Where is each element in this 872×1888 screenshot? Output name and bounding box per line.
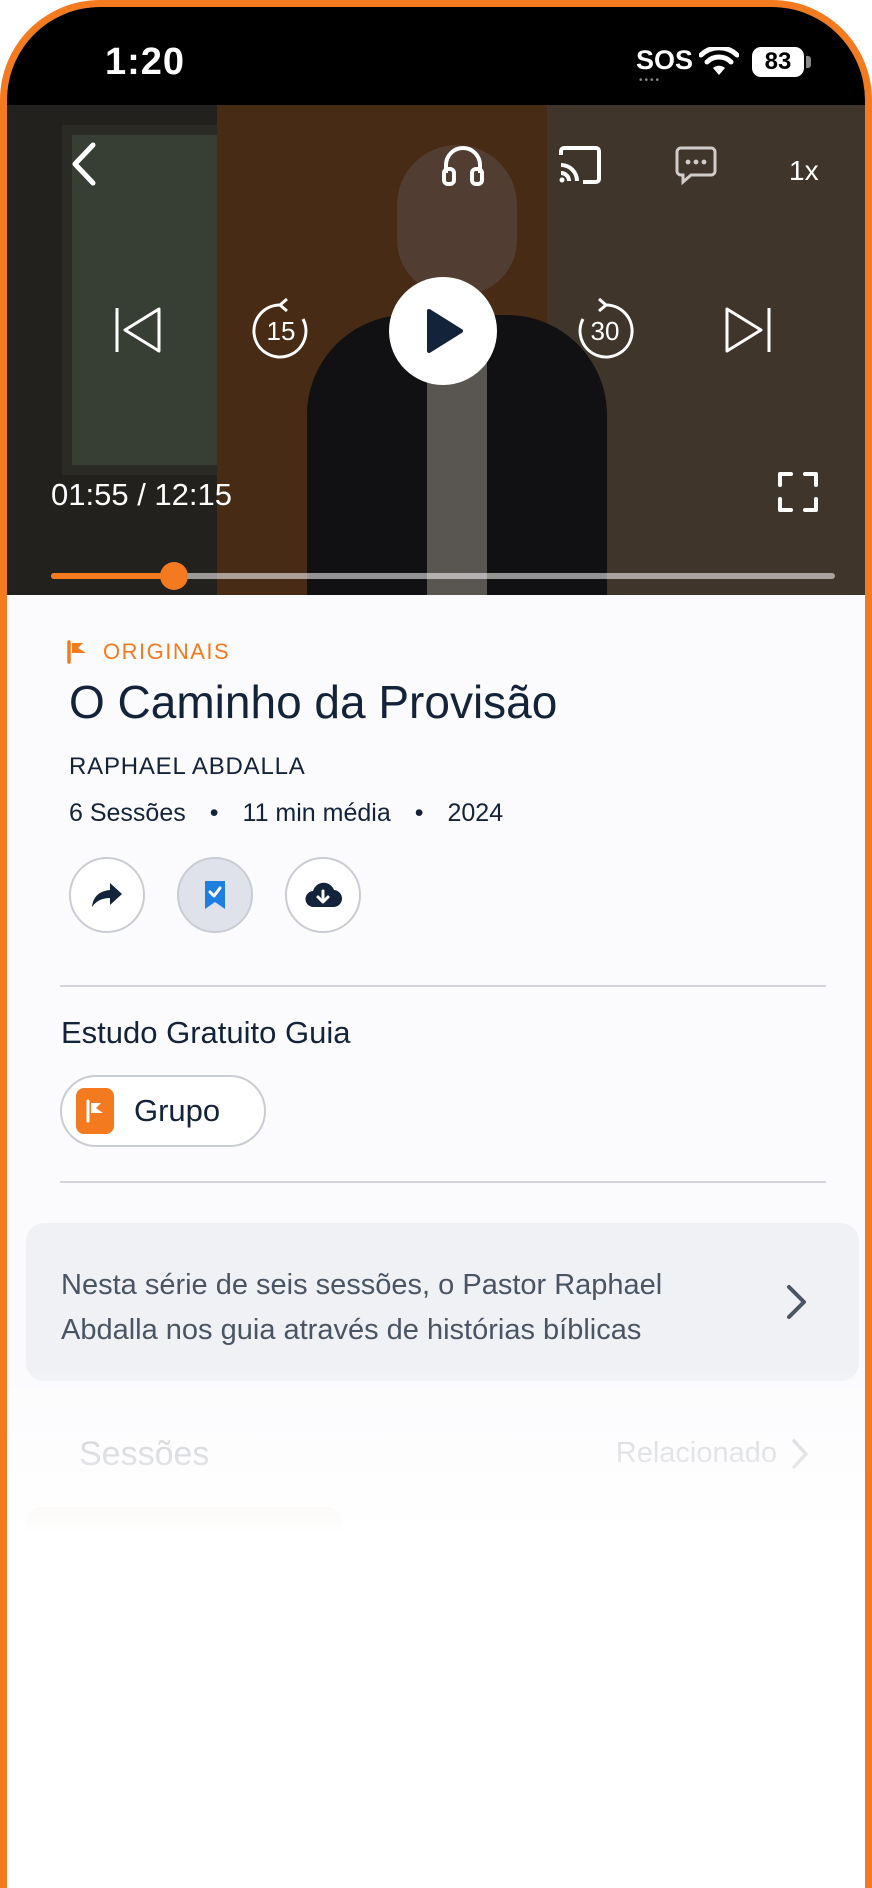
rewind-seconds: 15 bbox=[266, 316, 296, 346]
share-icon bbox=[92, 883, 122, 907]
cloud-download-icon bbox=[305, 882, 342, 908]
brand-row: ORIGINAIS bbox=[67, 639, 230, 665]
series-title: O Caminho da Provisão bbox=[69, 676, 558, 728]
wifi-icon bbox=[699, 47, 739, 75]
video-player[interactable]: 1x 15 30 01:55 / 12:15 bbox=[7, 105, 865, 595]
tab-related-label: Relacionado bbox=[615, 1437, 777, 1469]
headphones-icon[interactable] bbox=[441, 143, 485, 187]
group-guide-label: Grupo bbox=[134, 1093, 221, 1128]
time-readout: 01:55 / 12:15 bbox=[51, 477, 232, 512]
skip-next-icon[interactable] bbox=[723, 305, 773, 355]
battery-level: 83 bbox=[764, 48, 792, 75]
description-text: Nesta série de seis sessões, o Pastor Ra… bbox=[61, 1269, 663, 1346]
divider bbox=[60, 1181, 826, 1183]
chat-icon[interactable] bbox=[675, 145, 717, 185]
divider bbox=[60, 985, 826, 987]
download-button[interactable] bbox=[285, 857, 361, 933]
share-button[interactable] bbox=[69, 857, 145, 933]
back-icon[interactable] bbox=[67, 141, 103, 187]
guide-title: Estudo Gratuito Guia bbox=[61, 1015, 351, 1050]
series-author[interactable]: RAPHAEL ABDALLA bbox=[69, 753, 306, 781]
chevron-right-icon bbox=[787, 1285, 806, 1319]
fullscreen-icon[interactable] bbox=[777, 471, 819, 513]
play-icon bbox=[427, 309, 463, 353]
group-guide-button[interactable]: Grupo bbox=[60, 1075, 266, 1147]
description-card[interactable]: Nesta série de seis sessões, o Pastor Ra… bbox=[26, 1223, 859, 1381]
release-year: 2024 bbox=[447, 799, 504, 827]
battery-indicator: 83 bbox=[752, 47, 804, 77]
sos-indicator: SOS bbox=[636, 45, 694, 75]
progress-knob[interactable] bbox=[160, 562, 189, 590]
status-time: 1:20 bbox=[105, 41, 186, 83]
skip-previous-icon[interactable] bbox=[113, 305, 163, 355]
chevron-right-icon bbox=[792, 1438, 808, 1469]
forward-30-button[interactable]: 30 bbox=[575, 297, 635, 361]
tab-sessions[interactable]: Sessões bbox=[79, 1435, 209, 1474]
bookmark-button[interactable] bbox=[177, 857, 253, 933]
average-duration: 11 min média bbox=[242, 799, 391, 827]
battery-cap bbox=[806, 56, 811, 68]
play-button[interactable] bbox=[389, 277, 497, 385]
forward-seconds: 30 bbox=[590, 316, 620, 346]
signal-dots: •••• bbox=[639, 75, 662, 86]
originals-logo-icon bbox=[67, 640, 86, 664]
meta-separator: • bbox=[209, 799, 219, 827]
playback-speed[interactable]: 1x bbox=[789, 155, 819, 187]
rewind-15-button[interactable]: 15 bbox=[251, 297, 311, 361]
app-frame: 1:20 SOS •••• 83 1x 15 30 01:55 / 12:15 … bbox=[0, 0, 872, 1888]
series-meta: 6 Sessões • 11 min média • 2024 bbox=[69, 799, 503, 828]
group-guide-icon bbox=[76, 1088, 114, 1134]
bookmark-check-icon bbox=[205, 881, 225, 909]
sessions-count: 6 Sessões bbox=[69, 799, 186, 827]
tab-related[interactable]: Relacionado bbox=[616, 1437, 809, 1470]
cast-icon[interactable] bbox=[557, 145, 603, 185]
action-buttons bbox=[69, 857, 361, 933]
session-thumbnail[interactable] bbox=[26, 1507, 342, 1577]
meta-separator: • bbox=[414, 799, 424, 827]
brand-label: ORIGINAIS bbox=[103, 639, 231, 664]
status-bar: 1:20 SOS •••• 83 bbox=[7, 7, 865, 105]
progress-fill bbox=[51, 573, 175, 579]
